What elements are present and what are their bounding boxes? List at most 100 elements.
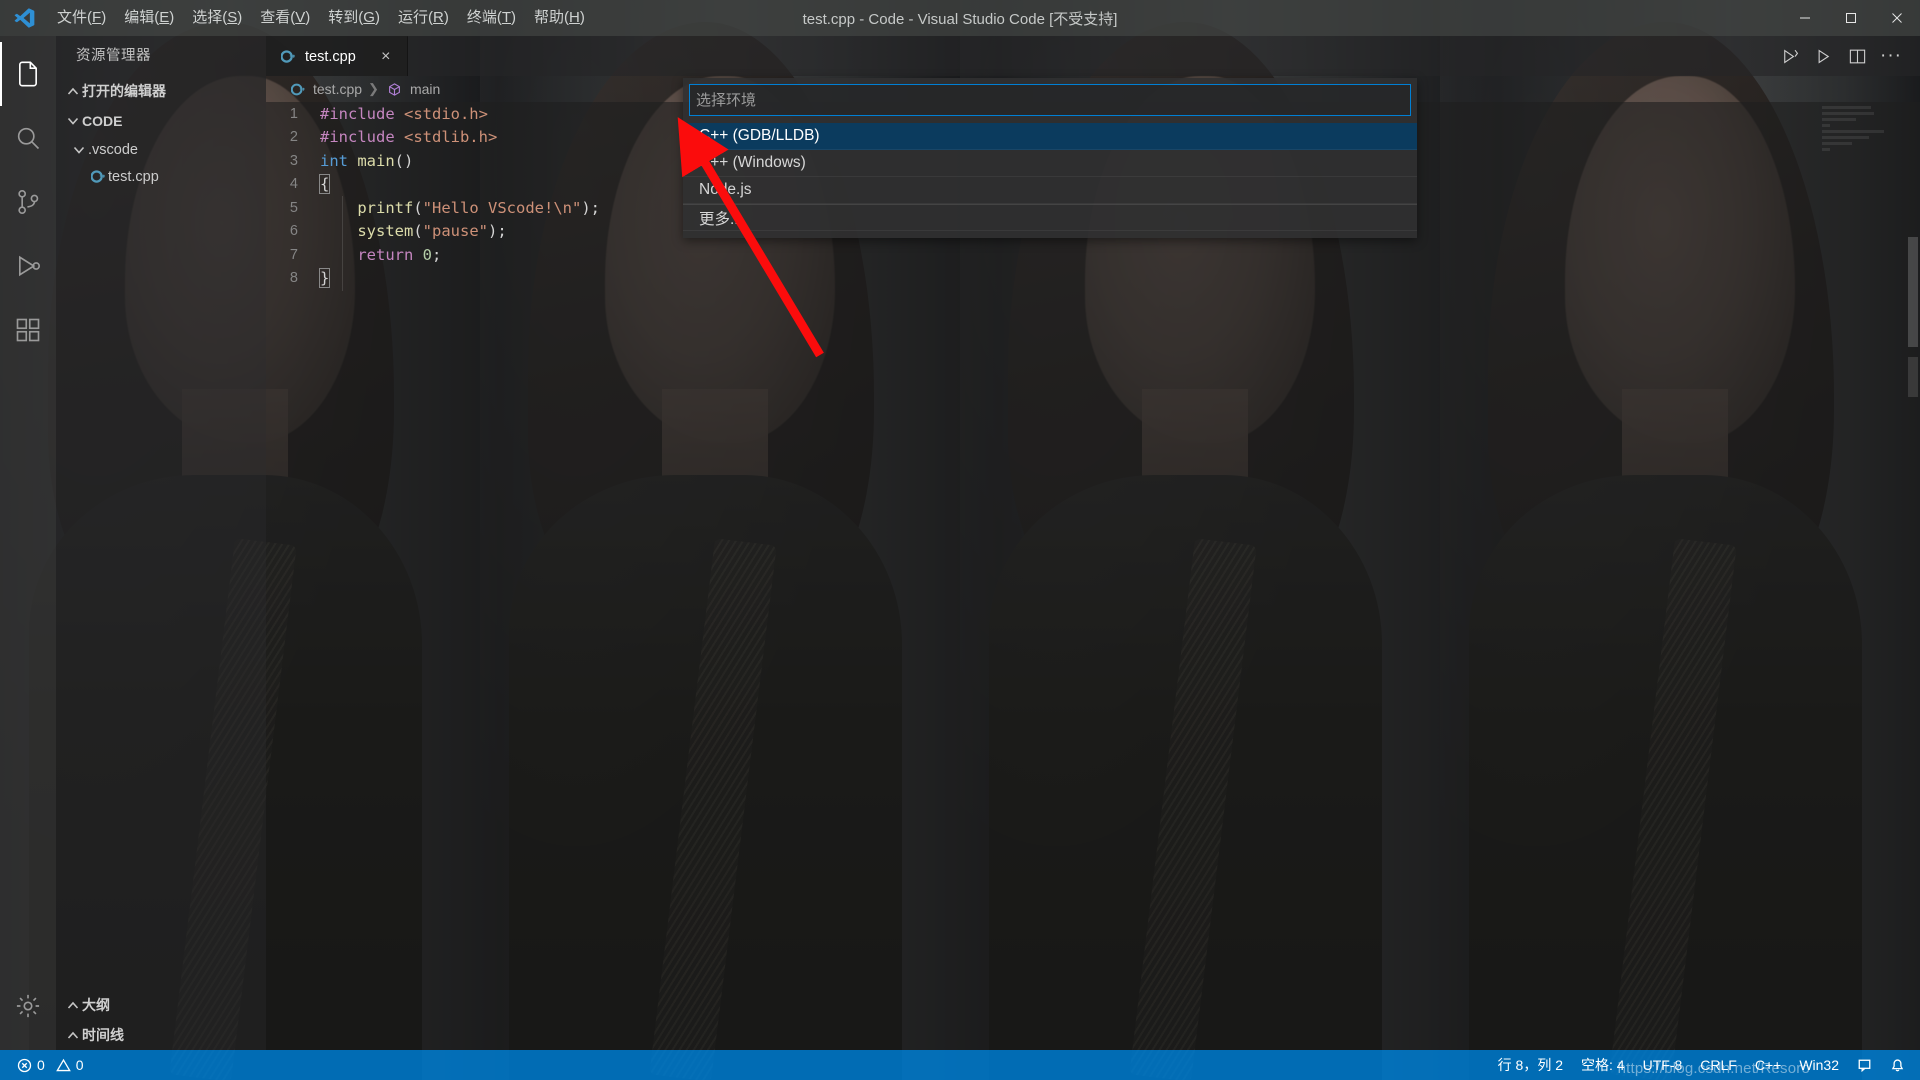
split-editor-button[interactable] — [1842, 41, 1872, 71]
status-feedback-button[interactable] — [1848, 1050, 1881, 1080]
quick-pick-item-1[interactable]: C++ (GDB/LLDB) — [683, 123, 1417, 150]
sidebar-tree-item-label: .vscode — [88, 141, 138, 158]
quick-pick-item-label: 更多... — [699, 210, 743, 228]
editor-action-buttons: ··· — [1774, 36, 1920, 76]
quick-pick-input-wrap — [683, 78, 1417, 123]
quick-pick-list: C++ (GDB/LLDB) C++ (Windows) Node.js 更多... — [683, 123, 1417, 231]
chevron-down-icon — [70, 141, 88, 159]
status-eol[interactable]: CRLF — [1691, 1050, 1746, 1080]
breadcrumb-item-symbol[interactable]: main — [385, 81, 440, 97]
menu-item-8[interactable]: 帮助(H) — [525, 0, 594, 36]
code-text: { — [318, 174, 331, 195]
status-problems[interactable]: 0 0 — [8, 1050, 93, 1080]
close-button[interactable] — [1874, 0, 1920, 36]
status-bar: 0 0 行 8，列 2 空格: 4 UTF-8 CRLF C++ Win32 — [0, 1050, 1920, 1080]
status-indentation[interactable]: 空格: 4 — [1572, 1050, 1634, 1080]
menu-item-3[interactable]: 选择(S) — [183, 0, 251, 36]
quick-pick-item-2[interactable]: C++ (Windows) — [683, 150, 1417, 177]
bell-icon — [1891, 1058, 1904, 1071]
line-number: 7 — [289, 246, 298, 263]
tab-label: test.cpp — [305, 48, 356, 65]
code-text: return 0; — [357, 245, 442, 264]
breadcrumb-label: main — [409, 81, 441, 97]
status-bar-left: 0 0 — [0, 1050, 93, 1080]
sidebar-tree-item-test-cpp[interactable]: test.cpp — [56, 163, 266, 190]
activity-item-extensions[interactable] — [0, 298, 56, 362]
activity-item-source-control[interactable] — [0, 170, 56, 234]
line-number: 8 — [289, 270, 298, 287]
menu-item-7[interactable]: 终端(T) — [458, 0, 525, 36]
warning-icon — [55, 1058, 71, 1071]
menu-item-5[interactable]: 转到(G) — [319, 0, 389, 36]
start-debugging-button[interactable] — [1808, 41, 1838, 71]
search-icon — [17, 127, 40, 150]
minimize-button[interactable] — [1782, 0, 1828, 36]
split-editor-icon — [1849, 49, 1865, 63]
vscode-window: 文件(F) 编辑(E) 选择(S) 查看(V) 转到(G) 运行(R) 终端(T) 帮助(H)… — [0, 0, 1920, 1080]
scrollbar-thumb[interactable] — [1908, 237, 1918, 347]
error-icon — [17, 1058, 32, 1072]
breadcrumb-label: test.cpp — [313, 81, 363, 97]
code-line[interactable]: 7 return 0; — [266, 243, 1920, 267]
line-number: 6 — [289, 223, 298, 240]
quick-pick-input[interactable] — [689, 84, 1411, 116]
quick-pick-item-label: Node.js — [699, 181, 752, 198]
sidebar-section-code[interactable]: CODE — [56, 106, 266, 136]
code-text: #include <stdio.h> — [320, 104, 488, 123]
menu-bar[interactable]: 文件(F) 编辑(E) 选择(S) 查看(V) 转到(G) 运行(R) 终端(T) 帮助(H) — [48, 0, 594, 36]
error-count: 0 — [37, 1057, 45, 1073]
status-encoding[interactable]: UTF-8 — [1634, 1050, 1692, 1080]
activity-item-search[interactable] — [0, 106, 56, 170]
sidebar-section-timeline[interactable]: 时间线 — [56, 1020, 266, 1050]
activity-item-explorer[interactable] — [0, 42, 56, 106]
sidebar-tree-item-vscode-folder[interactable]: .vscode — [56, 136, 266, 163]
tab-test-cpp[interactable]: test.cpp × — [266, 36, 408, 76]
code-text: #include <stdlib.h> — [320, 128, 498, 147]
symbol-method-icon — [385, 82, 405, 97]
play-icon — [1818, 49, 1829, 63]
code-line[interactable]: 8} — [266, 267, 1920, 291]
window-controls — [1782, 0, 1920, 36]
menu-item-4[interactable]: 查看(V) — [251, 0, 319, 36]
menu-item-2[interactable]: 编辑(E) — [115, 0, 183, 36]
scrollbar-thumb-secondary[interactable] — [1908, 357, 1918, 397]
sidebar-section-outline[interactable]: 大纲 — [56, 990, 266, 1020]
line-number: 4 — [289, 176, 298, 193]
activity-item-manage[interactable] — [0, 974, 56, 1038]
sidebar-tree-item-label: test.cpp — [108, 168, 159, 185]
status-notifications-button[interactable] — [1881, 1050, 1914, 1080]
gear-icon — [16, 994, 40, 1018]
tab-close-icon[interactable]: × — [377, 48, 395, 66]
sidebar-section-label: 时间线 — [82, 1027, 124, 1043]
sidebar-section-label: 大纲 — [82, 997, 110, 1013]
status-win32-target[interactable]: Win32 — [1790, 1050, 1848, 1080]
breadcrumb-item-file[interactable]: test.cpp — [288, 81, 362, 97]
more-actions-button[interactable]: ··· — [1876, 41, 1906, 71]
quick-pick-select-environment[interactable]: C++ (GDB/LLDB) C++ (Windows) Node.js 更多... — [683, 78, 1417, 238]
menu-item-1[interactable]: 文件(F) — [48, 0, 115, 36]
code-text: printf("Hello VScode!\n"); — [357, 198, 600, 217]
chevron-right-icon — [64, 82, 82, 100]
run-code-button[interactable] — [1774, 41, 1804, 71]
status-cursor-position[interactable]: 行 8，列 2 — [1489, 1050, 1572, 1080]
quick-pick-item-3[interactable]: Node.js — [683, 177, 1417, 204]
cpp-file-icon — [288, 82, 308, 97]
maximize-button[interactable] — [1828, 0, 1874, 36]
minimap[interactable] — [1822, 106, 1906, 296]
sidebar-section-label: 打开的编辑器 — [82, 83, 166, 99]
code-text: system("pause"); — [357, 222, 507, 241]
quick-pick-item-4[interactable]: 更多... — [683, 204, 1417, 231]
chevron-right-icon — [64, 996, 82, 1014]
editor-scrollbar[interactable] — [1906, 102, 1920, 1050]
activity-item-run-and-debug[interactable] — [0, 234, 56, 298]
run-debug-icon — [19, 255, 41, 277]
code-editor[interactable]: 1 #include <stdio.h> 2 #include <stdlib.h> 3… — [266, 102, 1920, 1050]
source-control-icon — [18, 189, 39, 215]
quick-pick-item-label: C++ (GDB/LLDB) — [699, 127, 820, 144]
status-language-mode[interactable]: C++ — [1746, 1050, 1790, 1080]
menu-item-6[interactable]: 运行(R) — [389, 0, 458, 36]
vscode-logo-icon — [0, 0, 48, 36]
sidebar-bottom-sections: 大纲 时间线 — [56, 990, 266, 1050]
code-text: int main() — [320, 151, 414, 170]
sidebar-section-open-editors[interactable]: 打开的编辑器 — [56, 76, 266, 106]
